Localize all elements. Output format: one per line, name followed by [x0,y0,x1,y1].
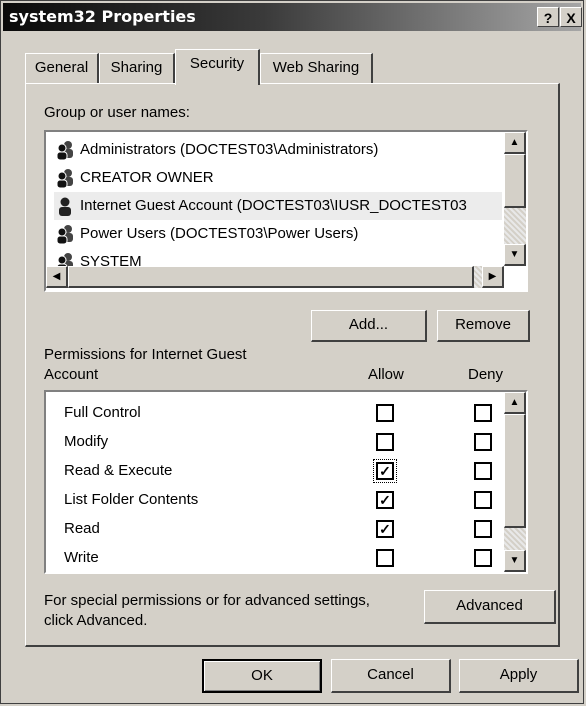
security-panel: Group or user names: Administrators (DOC… [25,83,560,647]
ok-button[interactable]: OK [202,659,322,693]
title-bar[interactable]: system32 Properties ? X [3,3,582,31]
scroll-right-arrow-icon[interactable]: ▶ [482,266,504,288]
deny-checkbox[interactable] [474,433,492,451]
allow-header: Allow [368,366,404,383]
permissions-label-line1: Permissions for Internet Guest [44,346,247,363]
tab-general[interactable]: General [25,53,99,83]
allow-checkbox[interactable] [376,404,394,422]
group-list-item[interactable]: Internet Guest Account (DOCTEST03\IUSR_D… [54,192,502,220]
allow-checkbox[interactable]: ✓ [376,491,394,509]
tab-sharing-label: Sharing [110,59,163,76]
deny-checkbox[interactable] [474,491,492,509]
group-list-item-label: Power Users (DOCTEST03\Power Users) [80,225,359,242]
deny-header: Deny [468,366,504,383]
allow-checkbox[interactable] [376,433,394,451]
remove-button-label: Remove [455,316,511,333]
perm-scroll-down-arrow-icon[interactable]: ▼ [504,550,526,572]
group-names-label: Group or user names: [44,104,190,121]
allow-checkbox[interactable]: ✓ [373,459,397,483]
deny-checkbox[interactable] [474,549,492,567]
cancel-button[interactable]: Cancel [331,659,451,693]
allow-checkbox[interactable]: ✓ [376,520,394,538]
tab-web-sharing-label: Web Sharing [272,59,360,76]
tab-security-label: Security [189,55,245,72]
tab-security[interactable]: Security [175,49,260,85]
advanced-button-label: Advanced [456,597,523,614]
tab-web-sharing[interactable]: Web Sharing [260,53,373,83]
cancel-button-label: Cancel [367,666,414,683]
permission-name: List Folder Contents [64,491,199,508]
scroll-down-arrow-icon[interactable]: ▼ [504,244,526,266]
apply-button[interactable]: Apply [459,659,579,693]
scroll-left-arrow-icon[interactable]: ◀ [46,266,68,288]
add-button[interactable]: Add... [311,310,427,342]
tab-sharing[interactable]: Sharing [99,53,175,83]
window-title: system32 Properties [9,7,196,26]
group-icon [56,141,73,161]
group-list-item-label: CREATOR OWNER [80,169,214,186]
allow-checkbox[interactable] [376,549,394,567]
scroll-up-arrow-icon[interactable]: ▲ [504,132,526,154]
remove-button[interactable]: Remove [437,310,530,342]
permission-name: Full Control [64,404,141,421]
advanced-button[interactable]: Advanced [424,590,556,624]
help-button[interactable]: ? [537,7,559,27]
properties-window: system32 Properties ? X General Sharing … [0,0,584,704]
apply-button-label: Apply [499,666,538,683]
perm-scroll-up-arrow-icon[interactable]: ▲ [504,392,526,414]
group-icon [56,225,73,245]
group-list-item[interactable]: CREATOR OWNER [54,164,502,192]
permissions-vscrollbar[interactable]: ▲ ▼ [504,392,526,572]
group-list[interactable]: Administrators (DOCTEST03\Administrators… [44,130,528,292]
permissions-list: Full Control Modify Read & Execute ✓ List Fo… [44,390,528,574]
tab-general-label: General [34,59,89,76]
group-list-item[interactable]: Administrators (DOCTEST03\Administrators… [54,136,502,164]
scroll-thumb[interactable] [504,154,526,208]
group-list-hscrollbar[interactable]: ◀ ▶ [46,266,504,288]
group-list-item-label: Internet Guest Account (DOCTEST03\IUSR_D… [80,197,467,214]
permissions-label-line2: Account [44,366,99,383]
user-icon [59,197,71,217]
permission-name: Modify [64,433,109,450]
advanced-help-line2: click Advanced. [44,612,148,629]
perm-scroll-thumb[interactable] [504,414,526,528]
deny-checkbox[interactable] [474,462,492,480]
close-button[interactable]: X [560,7,582,27]
hscroll-thumb[interactable] [68,266,474,288]
permission-name: Read & Execute [64,462,173,479]
group-list-item[interactable]: Power Users (DOCTEST03\Power Users) [54,220,502,248]
add-button-label: Add... [348,316,389,333]
deny-checkbox[interactable] [474,520,492,538]
group-list-item-label: Administrators (DOCTEST03\Administrators… [80,141,379,158]
permission-name: Write [64,549,99,566]
group-icon [56,169,73,189]
deny-checkbox[interactable] [474,404,492,422]
ok-button-label: OK [251,667,273,684]
group-list-vscrollbar[interactable]: ▲ ▼ [504,132,526,266]
permission-name: Read [64,520,100,537]
advanced-help-line1: For special permissions or for advanced … [44,592,370,609]
